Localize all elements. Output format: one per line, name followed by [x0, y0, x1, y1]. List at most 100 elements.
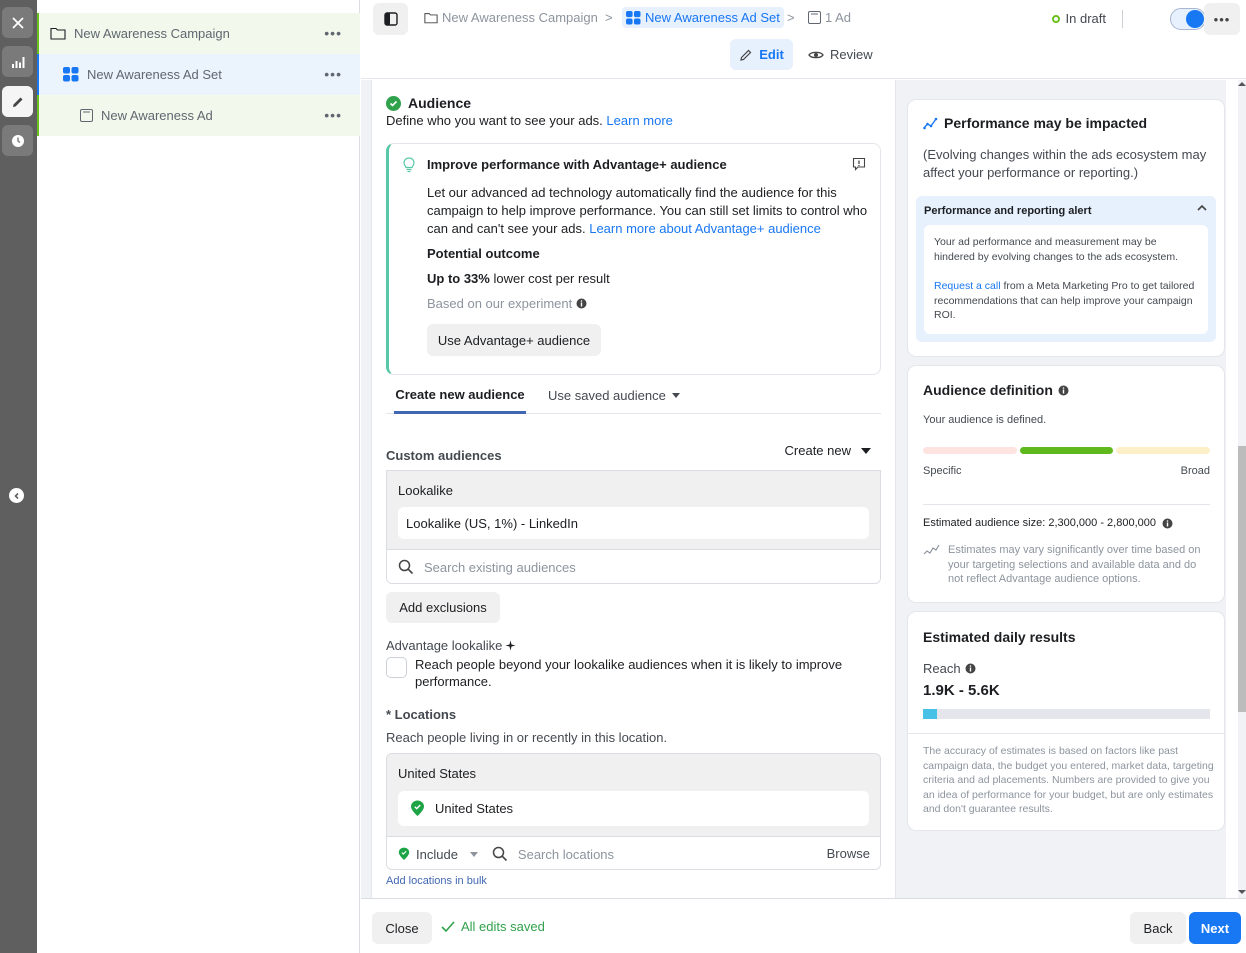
- side-panel: Performance may be impacted (Evolving ch…: [896, 80, 1226, 898]
- audience-title: Audience: [408, 95, 472, 111]
- advantage-learn-more-link[interactable]: Learn more about Advantage+ audience: [589, 221, 821, 236]
- breadcrumb-campaign[interactable]: New Awareness Campaign: [424, 10, 598, 25]
- meter-label-broad: Broad: [1180, 465, 1210, 477]
- reach-bar-fill: [923, 709, 938, 719]
- advantage-lookalike-label: Advantage lookalike: [386, 638, 516, 653]
- side-scrollbar[interactable]: [1238, 80, 1246, 898]
- include-dropdown[interactable]: Include: [398, 847, 478, 862]
- review-tab[interactable]: Review: [808, 39, 873, 70]
- search-locations-input[interactable]: [517, 846, 798, 862]
- potential-outcome-label: Potential outcome: [427, 246, 540, 261]
- more-options-icon[interactable]: •••: [324, 66, 342, 82]
- selected-location-label: United States: [435, 801, 514, 816]
- status-label: In draft: [1065, 11, 1106, 26]
- divider: [908, 733, 1224, 734]
- selected-audience-chip[interactable]: Lookalike (US, 1%) - LinkedIn: [398, 507, 869, 539]
- meter-segment-defined: [1019, 447, 1114, 454]
- request-call-link[interactable]: Request a call: [934, 280, 1001, 292]
- browse-button[interactable]: Browse: [827, 846, 870, 861]
- use-advantage-audience-button[interactable]: Use Advantage+ audience: [427, 324, 601, 356]
- ad-icon: [80, 109, 93, 122]
- add-exclusions-button[interactable]: Add exclusions: [386, 592, 500, 623]
- toggle-panel-button[interactable]: [373, 3, 408, 35]
- location-pin-icon: [398, 847, 410, 860]
- tab-use-saved-audience[interactable]: Use saved audience: [548, 377, 680, 414]
- edit-tab[interactable]: Edit: [730, 39, 793, 70]
- tree-item-label: New Awareness Ad Set: [87, 67, 222, 82]
- search-audiences-input[interactable]: [424, 559, 824, 575]
- experiment-text: Based on our experiment: [427, 296, 573, 311]
- location-group-label: United States: [398, 766, 477, 781]
- save-status: All edits saved: [441, 919, 545, 934]
- meter-segment-specific: [923, 447, 1017, 454]
- reporting-button[interactable]: [2, 46, 33, 77]
- more-options-icon[interactable]: •••: [324, 107, 342, 123]
- info-icon[interactable]: [576, 298, 587, 309]
- close-icon: [11, 16, 24, 29]
- review-label: Review: [830, 47, 873, 62]
- trend-icon: [923, 544, 940, 555]
- learn-more-link[interactable]: Learn more: [606, 113, 672, 128]
- collapse-button[interactable]: [9, 488, 24, 503]
- breadcrumb-label: 1 Ad: [825, 10, 852, 25]
- scroll-down-arrow[interactable]: [1238, 890, 1246, 894]
- breadcrumb-ad[interactable]: 1 Ad: [808, 10, 851, 25]
- next-button[interactable]: Next: [1189, 912, 1241, 944]
- tab-create-new-audience[interactable]: Create new audience: [394, 377, 526, 414]
- selected-location-chip[interactable]: United States: [398, 791, 869, 826]
- tree-item-ad[interactable]: New Awareness Ad •••: [37, 95, 360, 136]
- breadcrumb-adset[interactable]: New Awareness Ad Set: [622, 7, 784, 28]
- estimated-daily-results-card: Estimated daily results Reach 1.9K - 5.6…: [908, 612, 1224, 830]
- info-icon[interactable]: [965, 663, 976, 674]
- breadcrumb-separator: >: [605, 10, 613, 25]
- bar-chart-icon: [11, 56, 24, 68]
- left-rail: [0, 0, 37, 953]
- main-form-area: Audience Define who you want to see your…: [361, 80, 909, 898]
- outcome-percent: Up to 33%: [427, 271, 490, 286]
- meter-segment-broad: [1116, 447, 1211, 454]
- close-button[interactable]: [2, 7, 33, 38]
- performance-subtitle: (Evolving changes within the ads ecosyst…: [923, 147, 1207, 180]
- custom-audience-selector: Lookalike Lookalike (US, 1%) - LinkedIn: [386, 470, 881, 584]
- experiment-note: Based on our experiment: [427, 296, 587, 311]
- more-options-icon[interactable]: •••: [324, 25, 342, 41]
- chevron-up-icon[interactable]: [1196, 204, 1208, 212]
- more-button[interactable]: •••: [1204, 3, 1240, 35]
- tree-item-label: New Awareness Ad: [101, 108, 213, 123]
- audience-definition-card: Audience definition Your audience is def…: [908, 366, 1224, 602]
- back-button[interactable]: Back: [1130, 912, 1186, 944]
- audience-section: Audience Define who you want to see your…: [372, 80, 895, 898]
- audience-heading: Audience: [386, 95, 471, 111]
- adset-toggle[interactable]: [1170, 8, 1206, 30]
- caret-down-icon: [671, 393, 680, 398]
- audience-breadth-meter: [923, 447, 1211, 454]
- checkmark-icon: [441, 921, 455, 932]
- advantage-lookalike-checkbox[interactable]: [386, 657, 407, 678]
- eye-icon: [808, 51, 824, 58]
- divider: [923, 504, 1210, 505]
- alert-cta: Request a call from a Meta Marketing Pro…: [934, 279, 1198, 323]
- audience-subtitle-text: Define who you want to see your ads.: [386, 113, 603, 128]
- lookalike-group-label: Lookalike: [398, 483, 453, 498]
- caret-down-icon: [469, 851, 478, 857]
- feedback-icon[interactable]: [852, 157, 866, 171]
- create-new-dropdown[interactable]: Create new: [785, 443, 871, 458]
- close-footer-button[interactable]: Close: [372, 912, 432, 944]
- divider: [1122, 10, 1123, 28]
- performance-impact-card: Performance may be impacted (Evolving ch…: [908, 100, 1224, 356]
- info-icon[interactable]: [1058, 385, 1069, 396]
- locations-selector: United States United States Include Brow…: [386, 753, 881, 870]
- daily-results-note: The accuracy of estimates is based on fa…: [923, 745, 1214, 815]
- scroll-up-arrow[interactable]: [1238, 82, 1246, 86]
- edit-mode-button[interactable]: [2, 86, 33, 117]
- info-icon[interactable]: [1162, 518, 1173, 529]
- tree-item-adset[interactable]: New Awareness Ad Set •••: [37, 54, 360, 95]
- campaign-tree: New Awareness Campaign ••• New Awareness…: [37, 0, 360, 953]
- add-locations-in-bulk-link[interactable]: Add locations in bulk: [386, 875, 487, 887]
- tree-item-campaign[interactable]: New Awareness Campaign •••: [37, 13, 360, 54]
- reach-value: 1.9K - 5.6K: [923, 682, 1000, 699]
- clock-icon: [11, 134, 24, 147]
- history-button[interactable]: [2, 125, 33, 156]
- ad-icon: [808, 11, 821, 24]
- scrollbar-thumb[interactable]: [1238, 446, 1246, 712]
